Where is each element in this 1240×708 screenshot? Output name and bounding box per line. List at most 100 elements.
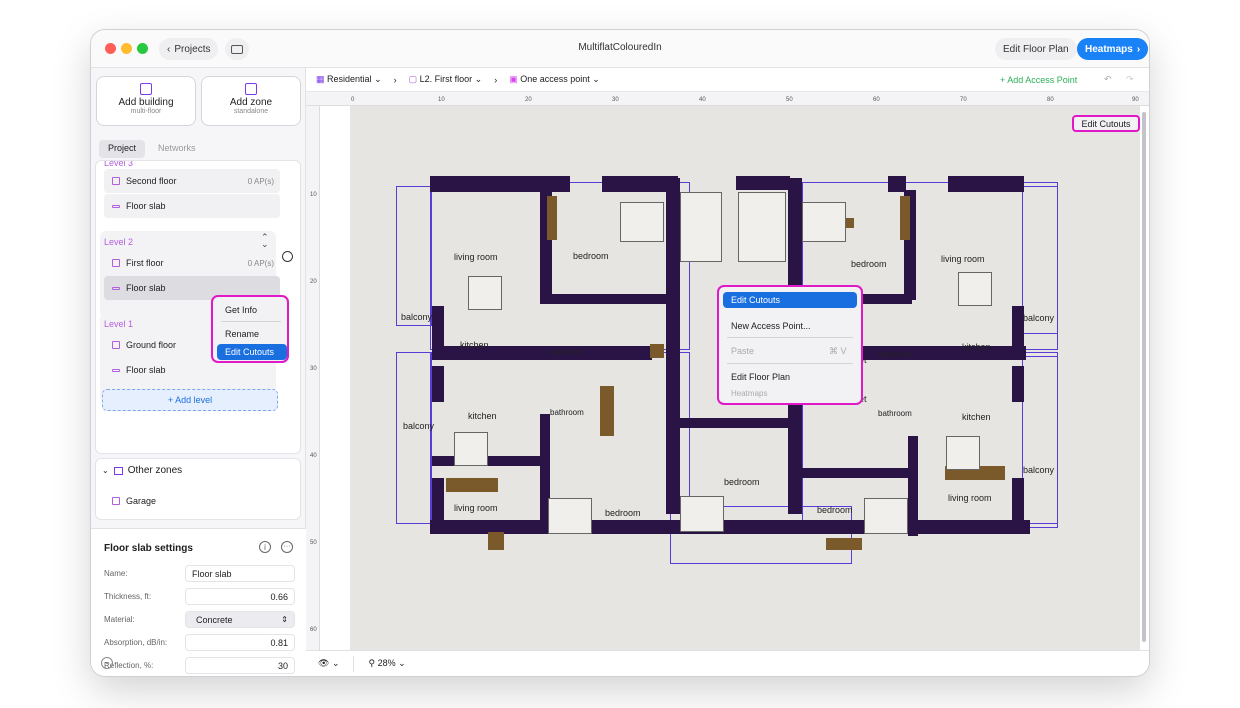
room-label: bathroom: [550, 408, 584, 417]
menu-rename[interactable]: Rename: [217, 326, 285, 342]
furniture: [600, 386, 614, 436]
breadcrumb-access-point[interactable]: ▣ One access point ⌄: [509, 74, 600, 85]
reflection-field[interactable]: 30: [185, 657, 295, 674]
menu-edit-cutouts[interactable]: Edit Cutouts: [723, 292, 857, 308]
wall: [736, 176, 790, 190]
furniture: [900, 196, 910, 240]
room-label: bedroom: [724, 477, 760, 487]
tab-networks[interactable]: Networks: [149, 140, 205, 158]
elevator: [738, 192, 786, 262]
other-zones-header[interactable]: ⌄ Other zones: [102, 465, 182, 476]
balcony-outline: [1022, 356, 1058, 524]
info-icon[interactable]: i: [259, 541, 271, 553]
room-label: balcony: [1023, 313, 1055, 323]
redo-icon[interactable]: ↷: [1126, 74, 1134, 85]
room-label: bedroom: [851, 259, 887, 269]
room-label: bedroom: [605, 508, 641, 518]
breadcrumb: ▦ Residential ⌄ › ▢ L2. First floor ⌄ › …: [306, 68, 1149, 92]
add-zone-sublabel: standalone: [233, 108, 269, 115]
absorption-label: Absorption, dB/in:: [104, 638, 168, 647]
sidebar: Add building multi-floor Add zone standa…: [91, 68, 306, 676]
ruler-tick: 20: [525, 97, 532, 103]
breadcrumb-floor[interactable]: ▢ L2. First floor ⌄: [409, 74, 483, 85]
add-building-button[interactable]: Add building multi-floor: [96, 76, 196, 126]
building-icon: ▦: [316, 74, 325, 84]
zoom-control[interactable]: ⚲ 28% ⌄: [368, 658, 405, 669]
furniture: [826, 538, 862, 550]
sidebar-item-second-floor[interactable]: Second floor 0 AP(s): [104, 169, 280, 193]
level-header[interactable]: Level 1: [104, 319, 133, 329]
zoom-value: 28%: [377, 658, 396, 668]
wall: [666, 178, 680, 514]
level-stepper-icon[interactable]: ⌃ ⌄: [261, 233, 269, 249]
undo-icon[interactable]: ↶: [1104, 74, 1112, 85]
room-label: bathroom: [878, 350, 912, 359]
magnifier-icon: ⚲: [368, 658, 376, 668]
chevron-right-icon: ›: [1136, 43, 1141, 55]
heatmaps-button[interactable]: Heatmaps ›: [1077, 38, 1149, 60]
vertical-scrollbar[interactable]: [1142, 112, 1146, 642]
ruler-tick: 40: [310, 453, 317, 459]
updown-chevron-icon: ⇕: [281, 615, 288, 624]
edit-floor-plan-button[interactable]: Edit Floor Plan: [995, 38, 1077, 60]
floor-label: L2. First floor: [419, 74, 473, 84]
sidebar-item-floor-slab[interactable]: Floor slab: [104, 194, 280, 218]
menu-get-info[interactable]: Get Info: [217, 302, 285, 318]
slab-icon: [112, 204, 120, 208]
bed: [548, 498, 592, 534]
name-field[interactable]: Floor slab: [185, 565, 295, 582]
settings-title: Floor slab settings: [104, 543, 193, 554]
canvas-bottom-bar: 👁 ⌄ ⚲ 28% ⌄: [306, 650, 1149, 676]
sidebar-collapse-icon[interactable]: ⌄: [101, 657, 113, 669]
floor-name: Ground floor: [126, 340, 177, 350]
floor-icon: [112, 177, 120, 185]
access-point-icon: ▣: [509, 74, 518, 84]
ruler-tick: 40: [699, 97, 706, 103]
sidebar-item-garage[interactable]: Garage: [104, 489, 280, 513]
heatmaps-label: Heatmaps: [1085, 43, 1133, 55]
building-label: Residential: [327, 74, 372, 84]
horizontal-ruler: 0 10 20 30 40 50 60 70 80 90: [306, 92, 1149, 106]
add-zone-label: Add zone: [229, 97, 273, 108]
access-point-marker-icon[interactable]: [282, 251, 293, 262]
absorption-field[interactable]: 0.81: [185, 634, 295, 651]
zone-icon: [112, 497, 120, 505]
add-access-point-button[interactable]: + Add Access Point: [1000, 75, 1077, 85]
menu-edit-floor-plan[interactable]: Edit Floor Plan: [723, 369, 857, 385]
chevron-down-icon: ⌄: [102, 466, 109, 475]
edit-cutouts-button[interactable]: Edit Cutouts: [1072, 115, 1140, 132]
menu-edit-cutouts[interactable]: Edit Cutouts: [217, 344, 287, 360]
dining-table: [454, 432, 488, 466]
sidebar-tabs: Project Networks: [99, 140, 205, 158]
thickness-field[interactable]: 0.66: [185, 588, 295, 605]
eye-icon: 👁: [318, 658, 330, 668]
thickness-label: Thickness, ft:: [104, 592, 152, 601]
ruler-tick: 20: [310, 279, 317, 285]
furniture: [650, 344, 664, 358]
wall: [668, 418, 792, 428]
ap-label: One access point: [520, 74, 590, 84]
level-header[interactable]: Level 2: [104, 237, 133, 247]
tab-project[interactable]: Project: [99, 140, 146, 158]
room-label: bedroom: [817, 505, 853, 515]
app-window: ‹ Projects MultiflatColouredIn Edit Floo…: [91, 30, 1149, 676]
slab-name: Floor slab: [126, 201, 166, 211]
add-zone-button[interactable]: Add zone standalone: [201, 76, 301, 126]
breadcrumb-building[interactable]: ▦ Residential ⌄: [316, 74, 382, 85]
room-label: kitchen: [962, 342, 991, 352]
paste-shortcut: ⌘ V: [829, 345, 847, 356]
menu-new-access-point[interactable]: New Access Point...: [723, 318, 857, 334]
material-select[interactable]: Concrete ⇕: [185, 611, 295, 628]
visibility-toggle[interactable]: 👁 ⌄: [318, 658, 339, 669]
dining-table: [946, 436, 980, 470]
wall: [1012, 478, 1024, 528]
level-header[interactable]: Level 3: [104, 161, 133, 168]
add-level-button[interactable]: + Add level: [102, 389, 278, 411]
furniture: [446, 478, 498, 492]
other-zones-section: ⌄ Other zones Garage: [95, 458, 301, 520]
more-icon[interactable]: ···: [281, 541, 293, 553]
level-collapse-icon[interactable]: ⌃: [263, 161, 270, 167]
bed: [864, 498, 908, 534]
sidebar-item-first-floor[interactable]: First floor 0 AP(s): [104, 251, 280, 275]
floor-icon: [112, 259, 120, 267]
